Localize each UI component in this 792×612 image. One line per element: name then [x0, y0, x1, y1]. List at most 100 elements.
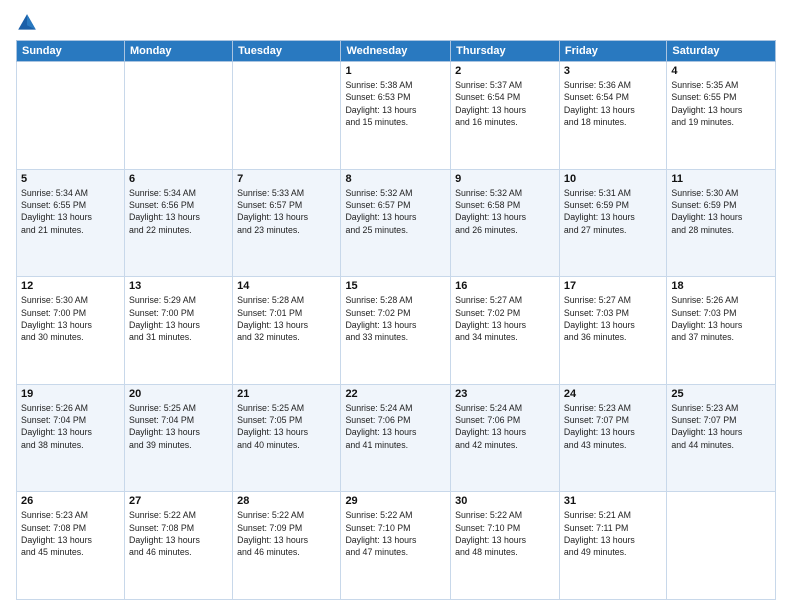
day-number: 20	[129, 388, 228, 400]
day-info-text: Sunrise: 5:24 AM Sunset: 7:06 PM Dayligh…	[455, 402, 555, 451]
day-info-text: Sunrise: 5:21 AM Sunset: 7:11 PM Dayligh…	[564, 509, 662, 558]
day-info-text: Sunrise: 5:22 AM Sunset: 7:10 PM Dayligh…	[345, 509, 446, 558]
day-number: 15	[345, 280, 446, 292]
weekday-header-cell: Sunday	[17, 41, 125, 62]
day-number: 6	[129, 173, 228, 185]
day-number: 8	[345, 173, 446, 185]
calendar-day-cell: 24Sunrise: 5:23 AM Sunset: 7:07 PM Dayli…	[559, 384, 666, 492]
calendar-day-cell: 29 Sunrise: 5:22 AM Sunset: 7:10 PM Dayli…	[341, 492, 451, 600]
calendar-day-cell	[233, 62, 341, 170]
day-number: 29	[345, 495, 446, 507]
logo-icon	[16, 12, 38, 34]
day-number: 16	[455, 280, 555, 292]
calendar-day-cell	[124, 62, 232, 170]
day-number: 10	[564, 173, 662, 185]
day-info-text: Sunrise: 5:27 AM Sunset: 7:03 PM Dayligh…	[564, 294, 662, 343]
calendar-day-cell: 2Sunrise: 5:37 AM Sunset: 6:54 PM Daylig…	[451, 62, 560, 170]
calendar-week-row: 19 Sunrise: 5:26 AM Sunset: 7:04 PM Dayli…	[17, 384, 776, 492]
calendar-day-cell: 21 Sunrise: 5:25 AM Sunset: 7:05 PM Dayli…	[233, 384, 341, 492]
calendar-day-cell: 16Sunrise: 5:27 AM Sunset: 7:02 PM Dayli…	[451, 277, 560, 385]
weekday-header-cell: Thursday	[451, 41, 560, 62]
day-info-text: Sunrise: 5:30 AM Sunset: 6:59 PM Dayligh…	[671, 187, 771, 236]
day-info-text: Sunrise: 5:34 AM Sunset: 6:55 PM Dayligh…	[21, 187, 120, 236]
day-info-text: Sunrise: 5:24 AM Sunset: 7:06 PM Dayligh…	[345, 402, 446, 451]
day-info-text: Sunrise: 5:28 AM Sunset: 7:02 PM Dayligh…	[345, 294, 446, 343]
calendar-day-cell: 15 Sunrise: 5:28 AM Sunset: 7:02 PM Dayli…	[341, 277, 451, 385]
calendar-page: SundayMondayTuesdayWednesdayThursdayFrid…	[0, 0, 792, 612]
day-number: 23	[455, 388, 555, 400]
weekday-header-cell: Tuesday	[233, 41, 341, 62]
calendar-day-cell: 11 Sunrise: 5:30 AM Sunset: 6:59 PM Dayli…	[667, 169, 776, 277]
day-number: 18	[671, 280, 771, 292]
calendar-day-cell: 27Sunrise: 5:22 AM Sunset: 7:08 PM Dayli…	[124, 492, 232, 600]
day-info-text: Sunrise: 5:35 AM Sunset: 6:55 PM Dayligh…	[671, 79, 771, 128]
weekday-header-cell: Saturday	[667, 41, 776, 62]
calendar-day-cell: 28 Sunrise: 5:22 AM Sunset: 7:09 PM Dayli…	[233, 492, 341, 600]
day-number: 1	[345, 65, 446, 77]
day-number: 14	[237, 280, 336, 292]
calendar-day-cell: 18 Sunrise: 5:26 AM Sunset: 7:03 PM Dayli…	[667, 277, 776, 385]
calendar-body: 1 Sunrise: 5:38 AM Sunset: 6:53 PM Daylig…	[17, 62, 776, 600]
day-number: 13	[129, 280, 228, 292]
day-info-text: Sunrise: 5:25 AM Sunset: 7:04 PM Dayligh…	[129, 402, 228, 451]
day-info-text: Sunrise: 5:26 AM Sunset: 7:03 PM Dayligh…	[671, 294, 771, 343]
day-number: 12	[21, 280, 120, 292]
calendar-table: SundayMondayTuesdayWednesdayThursdayFrid…	[16, 40, 776, 600]
calendar-day-cell: 7Sunrise: 5:33 AM Sunset: 6:57 PM Daylig…	[233, 169, 341, 277]
calendar-day-cell: 6 Sunrise: 5:34 AM Sunset: 6:56 PM Daylig…	[124, 169, 232, 277]
day-info-text: Sunrise: 5:38 AM Sunset: 6:53 PM Dayligh…	[345, 79, 446, 128]
day-info-text: Sunrise: 5:32 AM Sunset: 6:58 PM Dayligh…	[455, 187, 555, 236]
day-number: 24	[564, 388, 662, 400]
day-number: 31	[564, 495, 662, 507]
day-number: 11	[671, 173, 771, 185]
day-info-text: Sunrise: 5:31 AM Sunset: 6:59 PM Dayligh…	[564, 187, 662, 236]
calendar-day-cell	[667, 492, 776, 600]
calendar-day-cell: 10 Sunrise: 5:31 AM Sunset: 6:59 PM Dayli…	[559, 169, 666, 277]
calendar-week-row: 1 Sunrise: 5:38 AM Sunset: 6:53 PM Daylig…	[17, 62, 776, 170]
calendar-day-cell: 14 Sunrise: 5:28 AM Sunset: 7:01 PM Dayli…	[233, 277, 341, 385]
calendar-day-cell: 5 Sunrise: 5:34 AM Sunset: 6:55 PM Daylig…	[17, 169, 125, 277]
calendar-day-cell: 8Sunrise: 5:32 AM Sunset: 6:57 PM Daylig…	[341, 169, 451, 277]
day-number: 7	[237, 173, 336, 185]
day-number: 5	[21, 173, 120, 185]
weekday-header-cell: Monday	[124, 41, 232, 62]
day-info-text: Sunrise: 5:36 AM Sunset: 6:54 PM Dayligh…	[564, 79, 662, 128]
calendar-week-row: 12 Sunrise: 5:30 AM Sunset: 7:00 PM Dayli…	[17, 277, 776, 385]
day-info-text: Sunrise: 5:23 AM Sunset: 7:08 PM Dayligh…	[21, 509, 120, 558]
calendar-day-cell: 19 Sunrise: 5:26 AM Sunset: 7:04 PM Dayli…	[17, 384, 125, 492]
day-info-text: Sunrise: 5:25 AM Sunset: 7:05 PM Dayligh…	[237, 402, 336, 451]
day-number: 19	[21, 388, 120, 400]
day-number: 22	[345, 388, 446, 400]
weekday-header-cell: Wednesday	[341, 41, 451, 62]
day-info-text: Sunrise: 5:26 AM Sunset: 7:04 PM Dayligh…	[21, 402, 120, 451]
day-info-text: Sunrise: 5:22 AM Sunset: 7:08 PM Dayligh…	[129, 509, 228, 558]
calendar-day-cell: 9Sunrise: 5:32 AM Sunset: 6:58 PM Daylig…	[451, 169, 560, 277]
calendar-day-cell: 30 Sunrise: 5:22 AM Sunset: 7:10 PM Dayli…	[451, 492, 560, 600]
day-info-text: Sunrise: 5:22 AM Sunset: 7:10 PM Dayligh…	[455, 509, 555, 558]
day-info-text: Sunrise: 5:23 AM Sunset: 7:07 PM Dayligh…	[671, 402, 771, 451]
calendar-day-cell	[17, 62, 125, 170]
calendar-day-cell: 22 Sunrise: 5:24 AM Sunset: 7:06 PM Dayli…	[341, 384, 451, 492]
calendar-day-cell: 20 Sunrise: 5:25 AM Sunset: 7:04 PM Dayli…	[124, 384, 232, 492]
calendar-day-cell: 3Sunrise: 5:36 AM Sunset: 6:54 PM Daylig…	[559, 62, 666, 170]
day-number: 17	[564, 280, 662, 292]
day-info-text: Sunrise: 5:28 AM Sunset: 7:01 PM Dayligh…	[237, 294, 336, 343]
calendar-day-cell: 13 Sunrise: 5:29 AM Sunset: 7:00 PM Dayli…	[124, 277, 232, 385]
day-number: 30	[455, 495, 555, 507]
header	[16, 12, 776, 34]
day-number: 4	[671, 65, 771, 77]
calendar-day-cell: 26Sunrise: 5:23 AM Sunset: 7:08 PM Dayli…	[17, 492, 125, 600]
calendar-week-row: 26Sunrise: 5:23 AM Sunset: 7:08 PM Dayli…	[17, 492, 776, 600]
day-number: 2	[455, 65, 555, 77]
day-number: 21	[237, 388, 336, 400]
day-info-text: Sunrise: 5:22 AM Sunset: 7:09 PM Dayligh…	[237, 509, 336, 558]
day-info-text: Sunrise: 5:29 AM Sunset: 7:00 PM Dayligh…	[129, 294, 228, 343]
day-number: 28	[237, 495, 336, 507]
weekday-header-cell: Friday	[559, 41, 666, 62]
day-info-text: Sunrise: 5:30 AM Sunset: 7:00 PM Dayligh…	[21, 294, 120, 343]
day-info-text: Sunrise: 5:34 AM Sunset: 6:56 PM Dayligh…	[129, 187, 228, 236]
logo	[16, 12, 40, 34]
calendar-day-cell: 23 Sunrise: 5:24 AM Sunset: 7:06 PM Dayli…	[451, 384, 560, 492]
calendar-day-cell: 1 Sunrise: 5:38 AM Sunset: 6:53 PM Daylig…	[341, 62, 451, 170]
calendar-week-row: 5 Sunrise: 5:34 AM Sunset: 6:55 PM Daylig…	[17, 169, 776, 277]
